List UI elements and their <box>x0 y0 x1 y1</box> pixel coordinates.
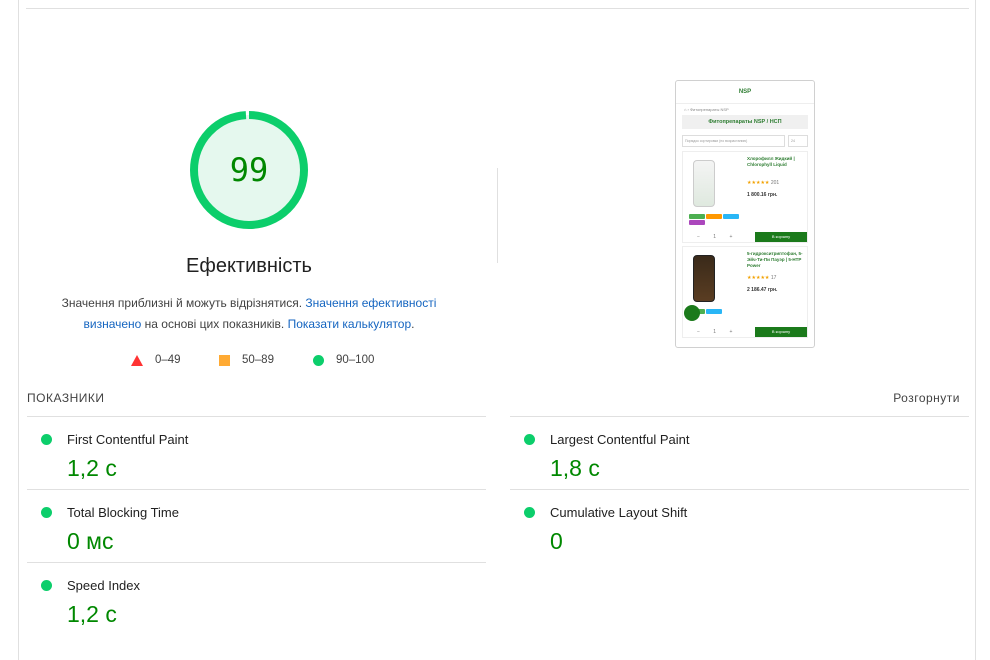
product-price: 2 186.47 грн. <box>747 287 778 293</box>
screenshot-sort-row: Порядок сортировки (по возрастанию) 24 <box>682 135 808 147</box>
performance-description: Значення приблизні й можуть відрізнятися… <box>61 296 437 331</box>
description-text: на основі цих показників. <box>141 317 288 331</box>
metric-total-blocking-time: Total Blocking Time 0 мс <box>27 490 467 560</box>
chat-fab-icon <box>684 305 700 321</box>
vertical-divider <box>497 168 498 263</box>
sort-select: Порядок сортировки (по возрастанию) <box>682 135 785 147</box>
metric-name: Total Blocking Time <box>67 505 179 520</box>
pass-circle-icon <box>41 434 52 445</box>
description-text: Значення приблизні й можуть відрізнятися… <box>61 296 306 310</box>
pass-circle-icon <box>41 580 52 591</box>
product-card: Хлорофилл Жидкий | Chlorophyll Liquid ★★… <box>682 151 808 243</box>
product-card: 5-гидрокситриптофан, 5-Эйч-Ти-Пи Пауэр |… <box>682 246 808 338</box>
square-icon <box>219 354 230 366</box>
legend-fail: 0–49 <box>131 351 181 369</box>
circle-icon <box>313 354 324 366</box>
product-tags <box>689 214 739 225</box>
top-divider <box>26 8 969 9</box>
metric-largest-contentful-paint: Largest Contentful Paint 1,8 с <box>510 417 950 487</box>
pass-circle-icon <box>524 434 535 445</box>
performance-title: Ефективність <box>186 255 312 277</box>
metric-name: Largest Contentful Paint <box>550 432 690 447</box>
product-image <box>693 255 715 302</box>
metric-cumulative-layout-shift: Cumulative Layout Shift 0 <box>510 490 950 560</box>
metric-name: Cumulative Layout Shift <box>550 505 688 520</box>
performance-score: 99 <box>229 151 269 189</box>
quantity-stepper: − 1 + <box>697 234 739 240</box>
screenshot-page-title: Фитопрепараты NSP / НСП <box>682 115 808 129</box>
screenshot-header: NSP <box>676 81 814 104</box>
product-rating: ★★★★★ 201 <box>747 180 780 186</box>
metric-value: 1,8 с <box>550 455 600 481</box>
metric-name: First Contentful Paint <box>67 432 189 447</box>
legend-pass: 90–100 <box>313 351 374 369</box>
per-page-select: 24 <box>788 135 808 147</box>
product-name: 5-гидрокситриптофан, 5-Эйч-Ти-Пи Пауэр |… <box>747 251 803 268</box>
legend-label: 90–100 <box>336 354 375 366</box>
legend-label: 0–49 <box>155 354 181 366</box>
product-rating: ★★★★★ 17 <box>747 275 777 281</box>
metric-value: 0 мс <box>67 528 114 554</box>
calculator-link[interactable]: Показати калькулятор <box>288 317 412 331</box>
product-name: Хлорофилл Жидкий | Chlorophyll Liquid <box>747 156 795 167</box>
pass-circle-icon <box>41 507 52 518</box>
add-to-cart-button: В корзину <box>755 232 807 242</box>
metric-value: 1,2 с <box>67 455 117 481</box>
screenshot-breadcrumb: ⌂ › Фитопрепараты NSP <box>684 107 729 112</box>
metric-speed-index: Speed Index 1,2 с <box>27 563 467 633</box>
metric-name: Speed Index <box>67 578 141 593</box>
triangle-icon <box>131 354 143 366</box>
metric-value: 1,2 с <box>67 601 117 627</box>
expand-button[interactable]: Розгорнути <box>893 391 960 405</box>
add-to-cart-button: В корзину <box>755 327 807 337</box>
product-price: 1 800.16 грн. <box>747 192 778 198</box>
metric-first-contentful-paint: First Contentful Paint 1,2 с <box>27 417 467 487</box>
quantity-stepper: − 1 + <box>697 329 739 335</box>
metric-value: 0 <box>550 528 563 554</box>
metrics-heading: ПОКАЗНИКИ <box>27 391 105 405</box>
pass-circle-icon <box>524 507 535 518</box>
site-logo: NSP <box>738 89 752 95</box>
product-image <box>693 160 715 207</box>
page-screenshot[interactable]: NSP ⌂ › Фитопрепараты NSP Фитопрепараты … <box>675 80 815 348</box>
legend-label: 50–89 <box>242 354 274 366</box>
legend-average: 50–89 <box>219 351 274 369</box>
